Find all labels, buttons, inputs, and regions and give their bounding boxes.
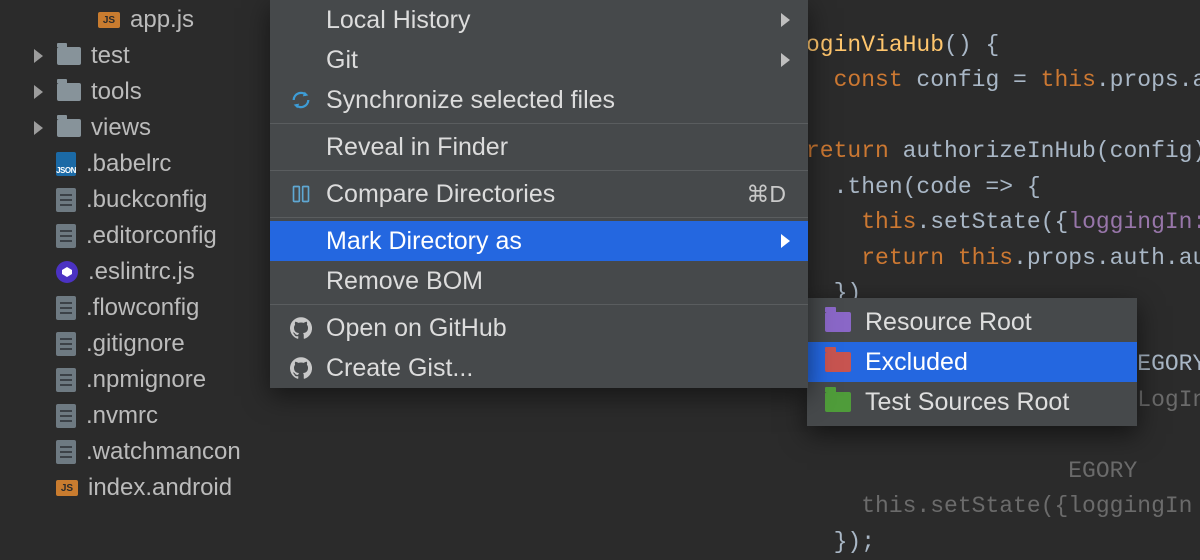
eslint-file-icon (56, 261, 78, 283)
submenu-label: Excluded (865, 348, 968, 377)
folder-green-icon (825, 392, 851, 412)
tree-label: .nvmrc (86, 402, 158, 430)
tree-label: test (91, 42, 130, 70)
github-icon (288, 355, 314, 381)
tree-file[interactable]: .gitignore (0, 326, 280, 362)
tree-label: .editorconfig (86, 222, 217, 250)
expand-arrow-icon[interactable] (34, 121, 43, 135)
mark-directory-submenu: Resource Root Excluded Test Sources Root (807, 298, 1137, 426)
tree-file[interactable]: .nvmrc (0, 398, 280, 434)
tree-label: tools (91, 78, 142, 106)
menu-item-mark-directory-as[interactable]: Mark Directory as (270, 221, 808, 261)
folder-icon (57, 119, 81, 137)
menu-item-git[interactable]: Git (270, 40, 808, 80)
context-menu: Local History Git Synchronize selected f… (270, 0, 808, 388)
tree-label: .npmignore (86, 366, 206, 394)
tree-label: index.android (88, 474, 232, 502)
text-file-icon (56, 332, 76, 356)
submenu-label: Resource Root (865, 308, 1032, 337)
folder-icon (57, 47, 81, 65)
compare-icon (288, 181, 314, 207)
menu-label: Mark Directory as (326, 227, 522, 256)
tree-file[interactable]: .npmignore (0, 362, 280, 398)
submenu-item-resource-root[interactable]: Resource Root (807, 302, 1137, 342)
tree-label: .eslintrc.js (88, 258, 195, 286)
tree-label: .babelrc (86, 150, 171, 178)
text-file-icon (56, 404, 76, 428)
js-file-icon: JS (56, 480, 78, 496)
tree-file[interactable]: JS index.android (0, 470, 280, 506)
submenu-arrow-icon (781, 13, 790, 27)
menu-label: Compare Directories (326, 180, 555, 209)
submenu-item-test-sources-root[interactable]: Test Sources Root (807, 382, 1137, 422)
tree-label: app.js (130, 6, 194, 34)
menu-label: Local History (326, 6, 471, 35)
text-file-icon (56, 440, 76, 464)
github-icon (288, 315, 314, 341)
code-editor: oginViaHub() { const config = this.props… (806, 0, 1200, 560)
menu-label: Remove BOM (326, 267, 483, 296)
text-file-icon (56, 296, 76, 320)
folder-red-icon (825, 352, 851, 372)
tree-file[interactable]: .editorconfig (0, 218, 280, 254)
tree-label: .gitignore (86, 330, 185, 358)
text-file-icon (56, 188, 76, 212)
text-file-icon (56, 224, 76, 248)
tree-label: .buckconfig (86, 186, 207, 214)
menu-separator (270, 304, 808, 305)
tree-folder[interactable]: tools (0, 74, 280, 110)
menu-separator (270, 123, 808, 124)
menu-label: Create Gist... (326, 354, 473, 383)
menu-item-open-on-github[interactable]: Open on GitHub (270, 308, 808, 348)
menu-label: Open on GitHub (326, 314, 507, 343)
submenu-arrow-icon (781, 53, 790, 67)
expand-arrow-icon[interactable] (34, 49, 43, 63)
text-file-icon (56, 368, 76, 392)
menu-item-create-gist[interactable]: Create Gist... (270, 348, 808, 388)
menu-item-local-history[interactable]: Local History (270, 0, 808, 40)
menu-item-remove-bom[interactable]: Remove BOM (270, 261, 808, 301)
tree-file[interactable]: .eslintrc.js (0, 254, 280, 290)
menu-separator (270, 217, 808, 218)
menu-item-reveal-finder[interactable]: Reveal in Finder (270, 127, 808, 167)
json-file-icon: JSON (56, 152, 76, 176)
tree-label: .flowconfig (86, 294, 199, 322)
menu-label: Git (326, 46, 358, 75)
menu-separator (270, 170, 808, 171)
tree-label: views (91, 114, 151, 142)
menu-shortcut: ⌘D (746, 181, 786, 208)
tree-file[interactable]: .buckconfig (0, 182, 280, 218)
menu-label: Reveal in Finder (326, 133, 508, 162)
project-tree[interactable]: JS app.js test tools views JSON .babelrc… (0, 0, 280, 500)
submenu-label: Test Sources Root (865, 388, 1069, 417)
menu-item-compare-directories[interactable]: Compare Directories ⌘D (270, 174, 808, 214)
folder-purple-icon (825, 312, 851, 332)
expand-arrow-icon[interactable] (34, 85, 43, 99)
submenu-item-excluded[interactable]: Excluded (807, 342, 1137, 382)
menu-label: Synchronize selected files (326, 86, 615, 115)
sync-icon (288, 87, 314, 113)
js-file-icon: JS (98, 12, 120, 28)
tree-label: .watchmancon (86, 438, 241, 466)
submenu-arrow-icon (781, 234, 790, 248)
tree-folder[interactable]: views (0, 110, 280, 146)
menu-item-synchronize[interactable]: Synchronize selected files (270, 80, 808, 120)
tree-file[interactable]: JSON .babelrc (0, 146, 280, 182)
folder-icon (57, 83, 81, 101)
tree-file[interactable]: JS app.js (0, 2, 280, 38)
tree-folder[interactable]: test (0, 38, 280, 74)
tree-file[interactable]: .watchmancon (0, 434, 280, 470)
tree-file[interactable]: .flowconfig (0, 290, 280, 326)
